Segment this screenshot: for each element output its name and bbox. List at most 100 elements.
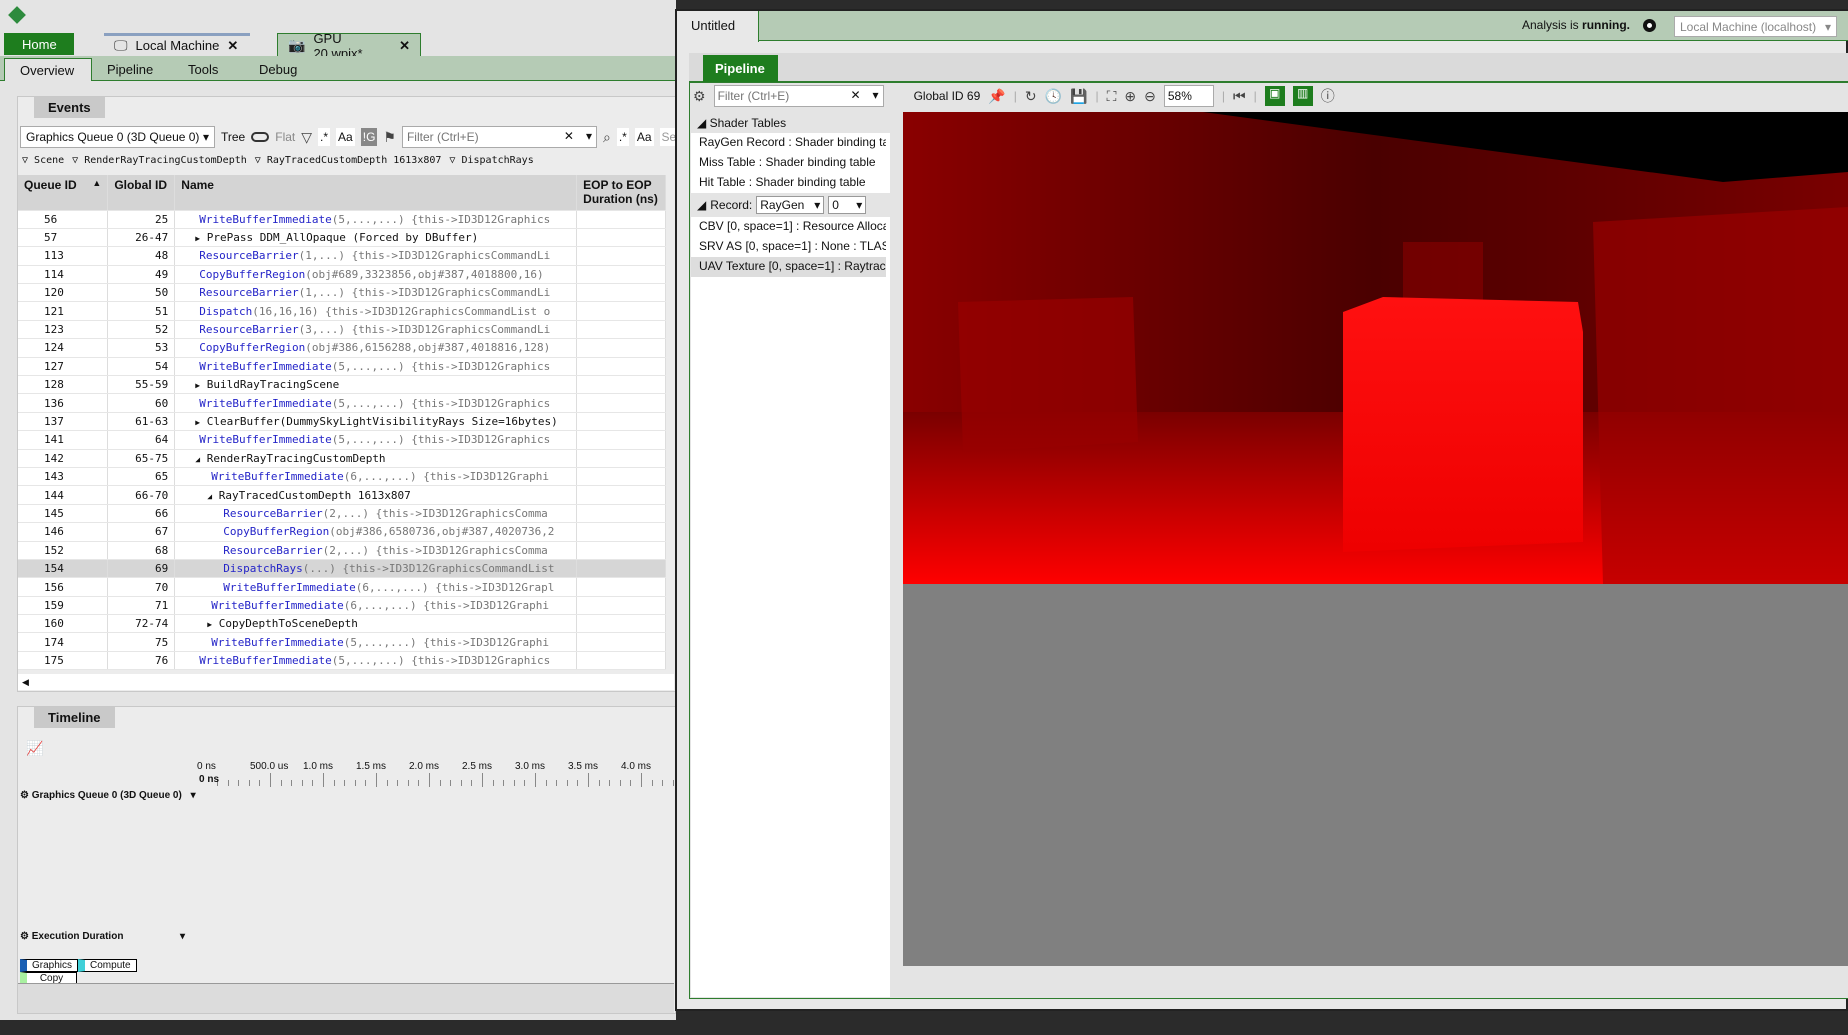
table-row[interactable]: 136 60 WriteBufferImmediate(5,...,...) {th… [18,393,666,413]
table-row[interactable]: 145 66 ResourceBarrier(2,...) {this->ID3D1… [18,504,666,524]
table-row[interactable]: 160 72-74 ▶ CopyDepthToSceneDepth [18,614,666,634]
collapse-icon[interactable]: ◢ [195,455,200,464]
info-icon[interactable]: ⓘ [1321,86,1335,106]
events-tab[interactable]: Events [34,97,105,118]
pipeline-tab[interactable]: Pipeline [703,55,778,82]
table-row[interactable]: 156 70 WriteBufferImmediate(6,...,...) {th… [18,577,666,597]
regex-toggle[interactable]: .* [318,128,331,146]
table-row[interactable]: 113 48 ResourceBarrier(1,...) {this->ID3D1… [18,246,666,266]
queue-row-header[interactable]: ⚙ Graphics Queue 0 (3D Queue 0) ▾ [20,790,196,801]
table-row[interactable]: 159 71 WriteBufferImmediate(6,...,...) {th… [18,596,666,616]
breadcrumb-item[interactable]: ▽ RenderRayTracingCustomDepth [72,155,247,166]
zoom-in-icon[interactable]: ⊕ [1124,88,1136,105]
history-icon[interactable]: 🕓 [1045,88,1062,105]
clear-icon[interactable]: ✕ [564,129,574,143]
list-item[interactable]: Miss Table : Shader binding table [691,153,886,173]
breadcrumb-item[interactable]: ▽ RayTracedCustomDepth 1613x807 [255,155,442,166]
breadcrumb-item[interactable]: ▽ Scene [22,155,64,166]
table-row[interactable]: 121 51 Dispatch(16,16,16) {this->ID3D12Gra… [18,301,666,321]
table-row[interactable]: 175 76 WriteBufferImmediate(5,...,...) {th… [18,651,666,671]
filter-field[interactable] [402,127,553,147]
tab-debug[interactable]: Debug [259,58,297,81]
tree-flat-toggle[interactable] [251,132,270,142]
table-row[interactable]: 142 65-75 ◢ RenderRayTracingCustomDepth [18,449,666,468]
list-item[interactable]: CBV [0, space=1] : Resource Alloca [691,217,886,237]
queue-select[interactable]: Graphics Queue 0 (3D Queue 0) ▾ [20,126,215,148]
machine-select[interactable]: Local Machine (localhost) ▾ [1674,16,1837,37]
tab-overview[interactable]: Overview [4,58,92,81]
exec-duration-header[interactable]: ⚙ Execution Duration ▾ [20,931,185,942]
events-filter-input[interactable]: ✕▾ [401,126,597,148]
home-tab[interactable]: Home [4,33,74,55]
table-row[interactable]: 56 25 WriteBufferImmediate(5,...,...) {thi… [18,210,666,229]
shader-tables-node[interactable]: ◢ Shader Tables [691,113,890,133]
col-global-id[interactable]: Global ID [107,175,176,211]
table-row[interactable]: 143 65 WriteBufferImmediate(6,...,...) {th… [18,467,666,487]
table-row[interactable]: 174 75 WriteBufferImmediate(5,...,...) {th… [18,632,666,652]
table-row[interactable]: 120 50 ResourceBarrier(1,...) {this->ID3D1… [18,283,666,303]
pin-icon[interactable]: 📌 [988,88,1005,105]
table-row[interactable]: 141 64 WriteBufferImmediate(5,...,...) {th… [18,430,666,450]
list-item-selected[interactable]: UAV Texture [0, space=1] : Raytraci [691,257,886,277]
tab-tools[interactable]: Tools [188,58,218,81]
fit-icon[interactable]: ⛶ [1107,88,1117,105]
expand-icon[interactable]: ▶ [195,418,200,427]
list-item[interactable]: Hit Table : Shader binding table [691,173,886,193]
list-item[interactable]: RayGen Record : Shader binding ta [691,133,886,153]
table-row[interactable]: 57 26-47 ▶ PrePass DDM_AllOpaque (Forced b… [18,228,666,248]
search-case-toggle[interactable]: Aa [634,128,654,146]
search-regex-toggle[interactable]: .* [616,128,629,146]
record-index-select[interactable]: 0 ▾ [828,196,867,214]
expand-icon[interactable]: ▶ [195,234,200,243]
tab-gpu-capture[interactable]: 📷 GPU 20.wpix* ✕ [277,31,421,61]
tab-local-machine[interactable]: 🖵 Local Machine ✕ [104,33,250,55]
table-row[interactable]: 123 52 ResourceBarrier(3,...) {this->ID3D1… [18,320,666,340]
chevron-down-icon[interactable]: ▾ [586,129,592,143]
horizontal-scrollbar[interactable]: ◀ [18,674,674,690]
table-row[interactable]: 146 67 CopyBufferRegion(obj#386,6580736,ob… [18,522,666,542]
pipeline-filter-input[interactable] [714,86,835,106]
chevron-down-icon[interactable]: ▾ [873,88,879,102]
timeline-tab[interactable]: Timeline [34,707,115,728]
stop-analysis-button[interactable] [1643,19,1656,32]
table-row[interactable]: 137 61-63 ▶ ClearBuffer(DummySkyLightVisib… [18,412,666,432]
save-icon[interactable]: 💾 [1070,88,1087,105]
tab-pipeline[interactable]: Pipeline [107,58,153,81]
tick-label: 1.0 ms [303,761,334,772]
zoom-input[interactable]: 58% [1163,85,1214,107]
table-row[interactable]: 124 53 CopyBufferRegion(obj#386,6156288,ob… [18,338,666,358]
histogram-icon[interactable]: ▥ [1292,86,1313,106]
flag-icon[interactable]: ⚑ [383,129,396,146]
table-row[interactable]: 127 54 WriteBufferImmediate(5,...,...) {th… [18,357,666,377]
table-row[interactable]: 152 68 ResourceBarrier(2,...) {this->ID3D1… [18,541,666,560]
table-row[interactable]: 114 49 CopyBufferRegion(obj#689,3323856,ob… [18,265,666,285]
table-row[interactable]: 128 55-59 ▶ BuildRayTracingScene [18,375,666,395]
tab-untitled[interactable]: Untitled [677,11,759,42]
table-row[interactable]: 154 69 DispatchRays(...) {this->ID3D12Grap… [18,559,666,579]
chart-icon[interactable]: 📈 [26,740,43,757]
close-icon[interactable]: ✕ [227,38,238,54]
record-type-select[interactable]: RayGen ▾ [756,196,825,214]
pipeline-filter[interactable]: ✕▾ [713,85,884,107]
filter-icon[interactable]: ▽ [301,129,312,146]
collapse-icon[interactable]: ◢ [207,492,212,501]
col-eop-duration[interactable]: EOP to EOP Duration (ns) [576,175,666,211]
close-icon[interactable]: ✕ [399,38,410,54]
first-frame-icon[interactable]: ⏮ [1233,88,1246,105]
refresh-icon[interactable]: ↻ [1025,88,1037,105]
list-item[interactable]: SRV AS [0, space=1] : None : TLAS [691,237,886,257]
ignore-toggle[interactable]: !G [360,128,378,146]
case-toggle[interactable]: Aa [336,128,355,146]
table-row[interactable]: 144 66-70 ◢ RayTracedCustomDepth 1613x807 [18,485,666,505]
zoom-out-icon[interactable]: ⊖ [1144,88,1156,105]
clear-icon[interactable]: ✕ [851,88,861,102]
search-icon[interactable]: ⌕ [603,129,611,146]
image-view-icon[interactable]: ▣ [1264,86,1285,106]
gear-icon[interactable]: ⚙ [693,88,706,105]
breadcrumb-item[interactable]: ▽ DispatchRays [449,155,533,166]
col-name[interactable]: Name [174,175,578,211]
expand-icon[interactable]: ▶ [207,620,212,629]
expand-icon[interactable]: ▶ [195,381,200,390]
col-queue-id[interactable]: Queue ID ▲ [18,175,109,211]
texture-preview[interactable] [903,112,1848,966]
